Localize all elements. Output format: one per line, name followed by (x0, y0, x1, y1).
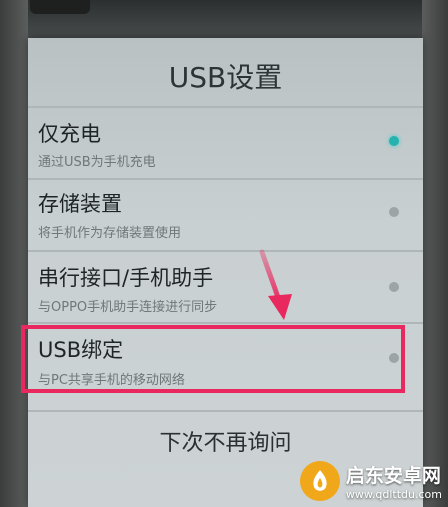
watermark-url: www.qdlttdu.com (345, 488, 442, 501)
annotation-arrow-icon (259, 249, 292, 320)
watermark-text: 启东安卓网 www.qdlttdu.com (346, 461, 442, 501)
watermark-name: 启东安卓网 (345, 465, 441, 487)
watermark: 启东安卓网 www.qdlttdu.com (299, 461, 442, 501)
watermark-logo-icon (299, 461, 340, 501)
